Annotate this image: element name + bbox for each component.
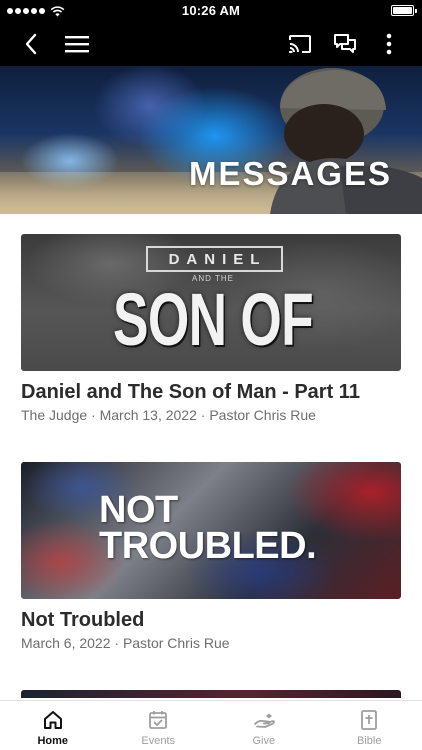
message-artwork: [21, 690, 401, 698]
tab-label: Give: [252, 735, 276, 747]
back-button[interactable]: [13, 26, 49, 62]
artwork-text-top: DANIEL: [146, 246, 283, 272]
message-subtitle: March 6, 2022 · Pastor Chris Rue: [21, 635, 230, 651]
more-options-button[interactable]: [371, 26, 407, 62]
tab-bible[interactable]: Bible: [317, 701, 422, 750]
bible-icon: [361, 710, 378, 730]
message-artwork: DANIEL AND THE SON OF MAN: [21, 234, 401, 371]
tab-bar: Home Events Give Bible: [0, 700, 422, 750]
app-bar: [0, 22, 422, 66]
tab-label: Events: [141, 735, 176, 747]
battery-icon: [391, 5, 417, 16]
tab-give[interactable]: Give: [211, 701, 317, 750]
tab-events[interactable]: Events: [106, 701, 212, 750]
message-artwork: NOT TROUBLED.: [21, 462, 401, 599]
cast-button[interactable]: [282, 26, 318, 62]
cast-icon: [288, 35, 311, 54]
message-subtitle: The Judge · March 13, 2022 · Pastor Chri…: [21, 407, 316, 423]
give-hand-icon: [253, 713, 275, 728]
menu-button[interactable]: [59, 26, 95, 62]
hamburger-menu-icon: [65, 36, 89, 53]
chat-bubbles-icon: [334, 34, 356, 53]
calendar-check-icon: [149, 711, 168, 729]
more-vertical-icon: [386, 33, 392, 55]
message-title: Not Troubled: [21, 609, 145, 631]
message-card[interactable]: [21, 690, 401, 698]
hero-banner: MESSAGES: [0, 66, 422, 214]
status-bar: 10:26 AM: [0, 0, 422, 22]
home-icon: [43, 711, 62, 729]
status-time: 10:26 AM: [181, 3, 241, 18]
tab-home[interactable]: Home: [0, 701, 106, 750]
artwork-text: NOT TROUBLED.: [99, 491, 317, 567]
artwork-text-line2: TROUBLED.: [99, 525, 317, 567]
tab-label: Home: [37, 735, 69, 747]
message-card[interactable]: NOT TROUBLED. Not Troubled March 6, 2022…: [21, 462, 401, 652]
artwork-text-main: SON OF MAN: [113, 278, 314, 371]
message-card[interactable]: DANIEL AND THE SON OF MAN Daniel and The…: [21, 234, 401, 424]
message-title: Daniel and The Son of Man - Part 11: [21, 381, 360, 403]
chat-button[interactable]: [327, 26, 363, 62]
hero-title: MESSAGES: [188, 155, 392, 192]
tab-label: Bible: [357, 735, 382, 747]
chevron-left-icon: [25, 33, 37, 55]
